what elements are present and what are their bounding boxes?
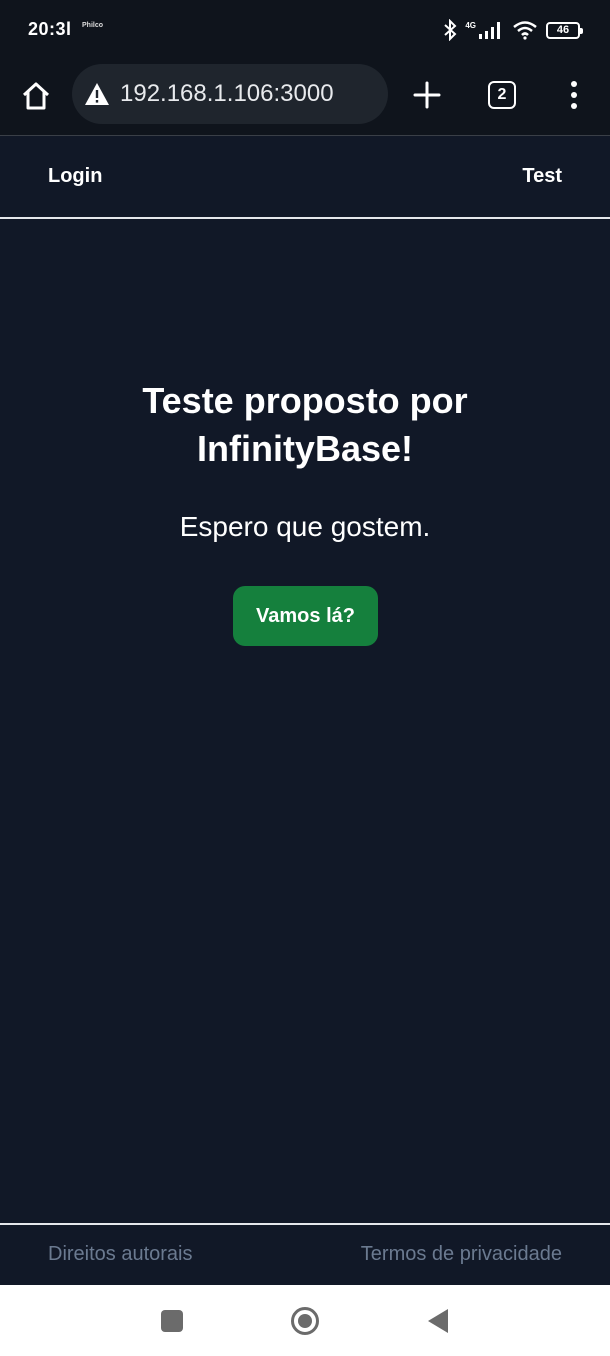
status-icons: 4G 46	[443, 17, 583, 43]
main-content: Teste proposto por InfinityBase! Espero …	[0, 219, 610, 1224]
page-footer: Direitos autorais Termos de privacidade	[0, 1223, 610, 1285]
network-type-label: 4G	[465, 20, 476, 30]
heading-line-2: InfinityBase!	[196, 428, 414, 469]
battery-level: 46	[556, 24, 570, 36]
page-heading: Teste proposto por InfinityBase!	[0, 377, 610, 473]
bluetooth-icon	[444, 19, 457, 41]
kebab-menu-icon[interactable]	[564, 78, 584, 112]
wifi-icon	[513, 21, 537, 40]
battery-icon: 46	[546, 21, 583, 39]
url-text[interactable]: 192.168.1.106:3000	[120, 80, 334, 108]
footer-privacy-link[interactable]: Termos de privacidade	[361, 1243, 562, 1266]
heading-line-1: Teste proposto por	[142, 380, 468, 421]
recent-apps-icon[interactable]	[161, 1310, 183, 1332]
nav-login-link[interactable]: Login	[48, 165, 102, 188]
plus-icon[interactable]	[410, 78, 444, 112]
home-icon[interactable]	[20, 80, 52, 112]
tab-switcher-button[interactable]: 2	[488, 81, 516, 109]
app-navbar: Login Test	[0, 137, 610, 219]
system-nav-bar	[0, 1285, 610, 1356]
address-bar[interactable]: 192.168.1.106:3000	[72, 64, 388, 124]
warning-icon[interactable]	[84, 82, 110, 106]
footer-copyright-link[interactable]: Direitos autorais	[48, 1243, 193, 1266]
nav-test-link[interactable]: Test	[522, 165, 562, 188]
signal-icon	[479, 22, 500, 39]
page-subtitle: Espero que gostem.	[179, 511, 431, 542]
tab-count: 2	[497, 86, 507, 103]
browser-toolbar: 192.168.1.106:3000 2	[0, 58, 610, 136]
status-time: 20:3l	[28, 19, 72, 39]
status-brand-logo: Philco	[82, 22, 104, 29]
status-bar: 20:3l Philco 4G 46	[0, 0, 610, 58]
back-icon[interactable]	[426, 1307, 450, 1335]
vamos-la-button[interactable]: Vamos lá?	[233, 586, 378, 646]
home-button-icon[interactable]	[290, 1306, 320, 1336]
